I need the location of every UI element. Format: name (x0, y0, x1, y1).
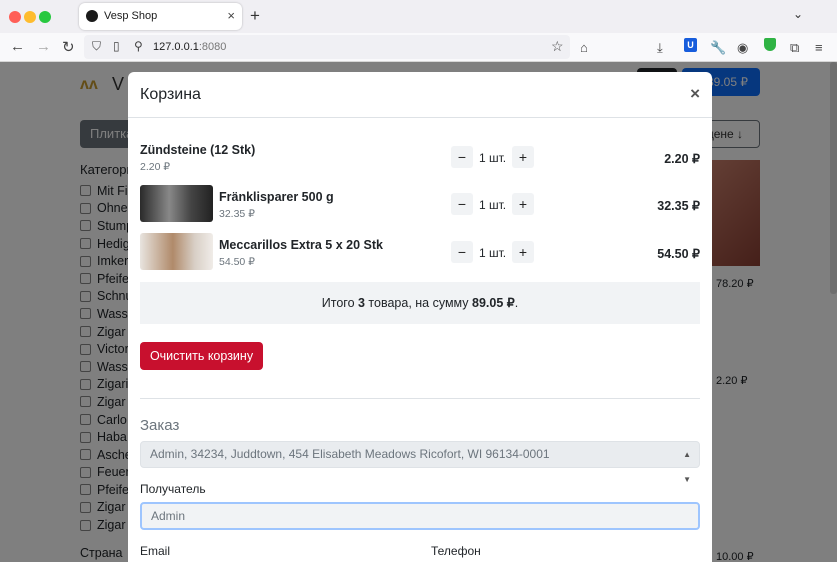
modal-header: Корзина × (128, 72, 712, 118)
puzzle-icon[interactable]: ⧉ (790, 40, 799, 56)
window-zoom-button[interactable] (39, 11, 51, 23)
item-price: 2.20 ₽ (140, 161, 171, 173)
bitwarden-icon[interactable]: U (684, 38, 697, 52)
site-settings-icon[interactable]: ⚲ (134, 39, 143, 53)
recipient-label: Получатель (140, 482, 206, 496)
item-price: 54.50 ₽ (219, 256, 255, 268)
url-bar[interactable]: ⛉ ▯ ⚲ 127.0.0.1:8080 (84, 35, 570, 59)
page-scrollbar[interactable] (830, 62, 837, 294)
item-total: 2.20 ₽ (664, 152, 700, 166)
tab-title: Vesp Shop (104, 10, 158, 22)
cart-item: Meccarillos Extra 5 x 20 Stk 54.50 ₽ − 1… (140, 233, 700, 271)
divider (140, 398, 700, 399)
product-thumbnail (140, 185, 213, 222)
page-icon[interactable]: ▯ (113, 39, 120, 53)
item-total: 54.50 ₽ (657, 247, 700, 261)
item-quantity: 1 шт. (479, 198, 507, 212)
item-name: Meccarillos Extra 5 x 20 Stk (219, 238, 383, 252)
increase-quantity-button[interactable]: + (512, 241, 534, 263)
bookmark-star-icon[interactable]: ☆ (551, 38, 564, 55)
decrease-quantity-button[interactable]: − (451, 146, 473, 168)
downloads-icon[interactable]: ⤓ (657, 40, 663, 56)
modal-title: Корзина (140, 86, 201, 103)
item-name: Zündsteine (12 Stk) (140, 143, 256, 157)
back-icon[interactable]: ← (10, 38, 25, 55)
clear-cart-button[interactable]: Очистить корзину (140, 342, 263, 370)
item-price: 32.35 ₽ (219, 208, 255, 220)
forward-icon[interactable]: → (36, 38, 51, 55)
browser-nav-bar: ← → ↻ ⛉ ▯ ⚲ 127.0.0.1:8080 ☆ ⌂ ⤓ 🔧 ◉ ⧉ ≡ (0, 33, 837, 62)
window-close-button[interactable] (9, 11, 21, 23)
browser-tab-bar: Vesp Shop × + ⌄ (0, 0, 837, 33)
close-icon[interactable]: × (690, 84, 700, 104)
favicon-icon (86, 10, 98, 22)
menu-icon[interactable]: ≡ (815, 40, 823, 55)
list-tabs-icon[interactable]: ⌄ (793, 7, 803, 21)
item-name: Fränklisparer 500 g (219, 190, 334, 204)
new-tab-button[interactable]: + (250, 6, 260, 26)
shield-icon[interactable]: ⛉ (92, 39, 101, 54)
tab-close-icon[interactable]: × (227, 8, 235, 23)
window-minimize-button[interactable] (24, 11, 36, 23)
reload-icon[interactable]: ↻ (62, 38, 75, 56)
item-quantity: 1 шт. (479, 151, 507, 165)
item-total: 32.35 ₽ (657, 199, 700, 213)
url-text[interactable]: 127.0.0.1:8080 (153, 41, 226, 53)
extension-icon[interactable]: ◉ (737, 40, 748, 56)
cart-item: Zündsteine (12 Stk) 2.20 ₽ − 1 шт. + 2.2… (140, 140, 700, 176)
cart-modal: Корзина × Zündsteine (12 Stk) 2.20 ₽ − 1… (128, 72, 712, 562)
phone-label: Телефон (431, 544, 481, 558)
email-label: Email (140, 544, 171, 558)
recipient-input[interactable]: Admin (140, 502, 700, 530)
home-icon[interactable]: ⌂ (580, 40, 588, 55)
order-title: Заказ (140, 417, 180, 434)
address-select[interactable]: Admin, 34234, Juddtown, 454 Elisabeth Me… (140, 441, 700, 484)
wrench-icon[interactable]: 🔧 (710, 40, 726, 56)
adblock-icon[interactable] (764, 38, 776, 51)
chevron-updown-icon: ▲ ▼ (683, 450, 691, 484)
item-quantity: 1 шт. (479, 246, 507, 260)
cart-summary: Итого 3 товара, на сумму 89.05 ₽. (140, 282, 700, 324)
cart-item: Fränklisparer 500 g 32.35 ₽ − 1 шт. + 32… (140, 185, 700, 223)
product-thumbnail (140, 233, 213, 270)
increase-quantity-button[interactable]: + (512, 146, 534, 168)
increase-quantity-button[interactable]: + (512, 193, 534, 215)
decrease-quantity-button[interactable]: − (451, 241, 473, 263)
browser-tab[interactable]: Vesp Shop × (79, 3, 242, 30)
decrease-quantity-button[interactable]: − (451, 193, 473, 215)
